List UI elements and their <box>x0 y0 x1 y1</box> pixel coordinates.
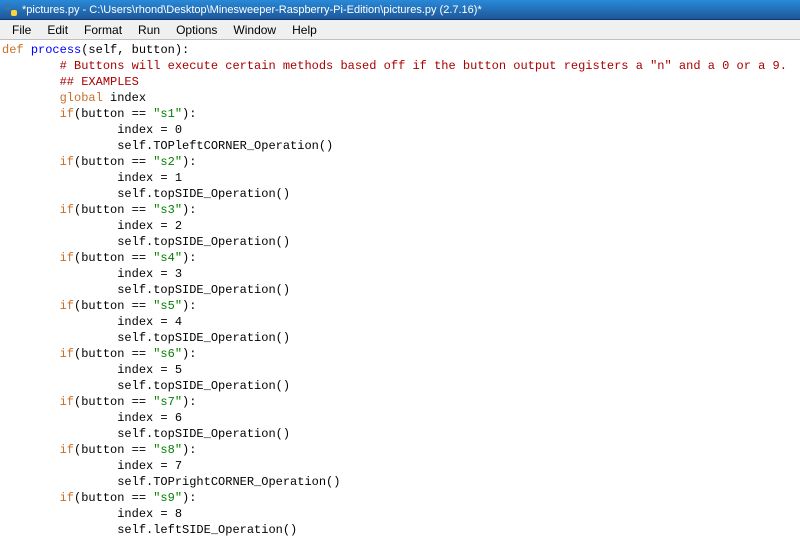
menu-run[interactable]: Run <box>130 21 168 39</box>
menu-window[interactable]: Window <box>225 21 284 39</box>
menu-bar: File Edit Format Run Options Window Help <box>0 20 800 40</box>
code-editor[interactable]: def process(self, button): # Buttons wil… <box>0 40 800 537</box>
menu-file[interactable]: File <box>4 21 39 39</box>
title-bar: *pictures.py - C:\Users\rhond\Desktop\Mi… <box>0 0 800 20</box>
menu-help[interactable]: Help <box>284 21 325 39</box>
menu-format[interactable]: Format <box>76 21 130 39</box>
menu-options[interactable]: Options <box>168 21 225 39</box>
python-icon <box>4 3 18 17</box>
window-title: *pictures.py - C:\Users\rhond\Desktop\Mi… <box>22 4 482 16</box>
menu-edit[interactable]: Edit <box>39 21 76 39</box>
